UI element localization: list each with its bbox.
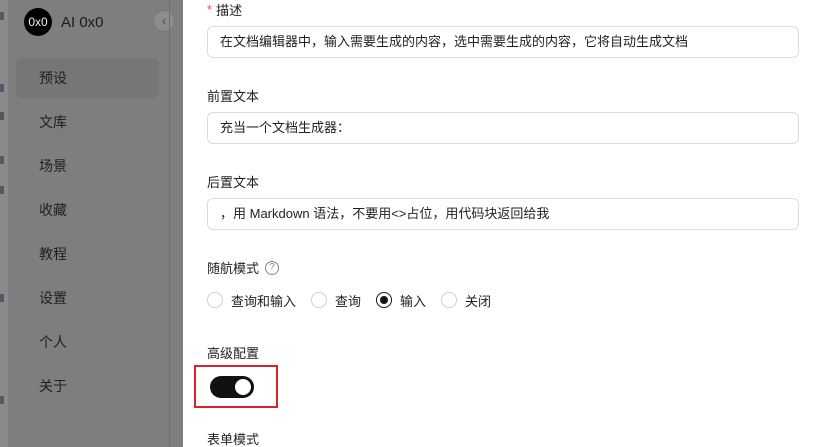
- follow-mode-radio-group: 查询和输入 查询 输入 关闭: [207, 290, 506, 310]
- description-label: * 描述: [207, 0, 242, 19]
- follow-mode-label: 随航模式 ?: [207, 258, 280, 277]
- radio-label: 关闭: [465, 293, 492, 309]
- sidebar-item-tutorials[interactable]: 教程: [16, 234, 159, 274]
- radio-input[interactable]: 输入: [376, 291, 426, 310]
- radio-query[interactable]: 查询: [311, 291, 361, 310]
- radio-circle-icon: [311, 292, 328, 308]
- toggle-knob: [235, 379, 251, 395]
- radio-checked-icon: [376, 292, 393, 308]
- sidebar-nav: 预设 文库 场景 收藏 教程 设置 个人 关于: [16, 58, 159, 410]
- suffix-label: 后置文本: [207, 175, 260, 190]
- description-label-text: 描述: [216, 3, 243, 18]
- radio-label: 输入: [400, 293, 427, 309]
- follow-mode-label-text: 随航模式: [207, 261, 260, 276]
- radio-circle-icon: [207, 292, 223, 308]
- collapse-sidebar-button[interactable]: ‹: [153, 10, 175, 32]
- brand[interactable]: 0x0 AI 0x0: [24, 8, 104, 36]
- prefix-field[interactable]: 充当一个文档生成器：: [207, 112, 799, 144]
- sidebar-item-presets[interactable]: 预设: [16, 58, 159, 98]
- suffix-field[interactable]: ，用 Markdown 语法，不要用<>占位，用代码块返回给我: [207, 198, 799, 230]
- sidebar-item-scenes[interactable]: 场景: [16, 146, 159, 186]
- help-icon[interactable]: ?: [265, 260, 280, 275]
- radio-query-and-input[interactable]: 查询和输入: [207, 291, 296, 310]
- radio-circle-icon: [441, 292, 458, 308]
- app-name: AI 0x0: [61, 13, 104, 31]
- preset-form-panel: * 描述 在文档编辑器中，输入需要生成的内容，选中需要生成的内容，它将自动生成文…: [183, 0, 822, 447]
- background-page-edge: [0, 0, 8, 447]
- advanced-config-toggle[interactable]: [210, 376, 254, 398]
- sidebar-item-favorites[interactable]: 收藏: [16, 190, 159, 230]
- prefix-label: 前置文本: [207, 89, 260, 104]
- highlight-box: [194, 365, 278, 408]
- sidebar-divider: [169, 0, 170, 447]
- sidebar-item-settings[interactable]: 设置: [16, 278, 159, 318]
- radio-off[interactable]: 关闭: [441, 291, 491, 310]
- sidebar: 0x0 AI 0x0 ‹ 预设 文库 场景 收藏 教程 设置 个人 关于: [8, 0, 183, 447]
- logo-icon: 0x0: [24, 8, 52, 36]
- sidebar-item-profile[interactable]: 个人: [16, 322, 159, 362]
- sidebar-item-about[interactable]: 关于: [16, 366, 159, 406]
- advanced-config-label: 高级配置: [207, 346, 260, 361]
- description-field[interactable]: 在文档编辑器中，输入需要生成的内容，选中需要生成的内容，它将自动生成文档: [207, 26, 799, 58]
- form-mode-label: 表单模式: [207, 432, 260, 447]
- radio-label: 查询和输入: [231, 293, 297, 309]
- radio-label: 查询: [335, 293, 362, 309]
- sidebar-item-library[interactable]: 文库: [16, 102, 159, 142]
- required-mark: *: [207, 2, 213, 17]
